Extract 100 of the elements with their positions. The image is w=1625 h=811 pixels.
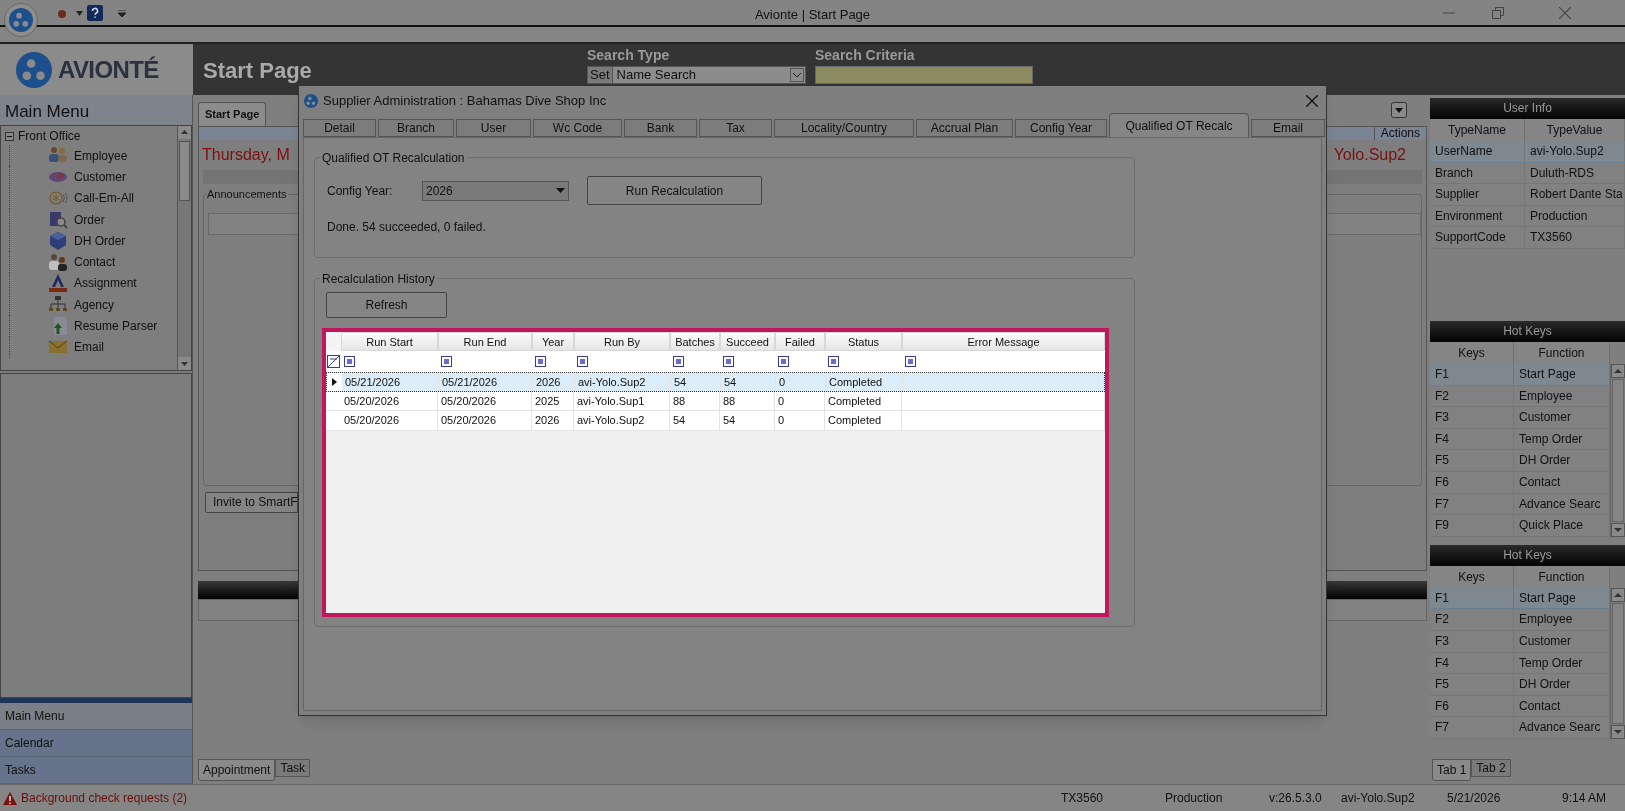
- nav-tab[interactable]: Tasks: [0, 757, 192, 784]
- tree-item[interactable]: Agency: [74, 295, 115, 314]
- table-cell: F7: [1430, 717, 1514, 738]
- record-icon[interactable]: [57, 9, 67, 19]
- table-cell: F1: [1430, 587, 1514, 609]
- search-criteria-field[interactable]: [815, 66, 1033, 84]
- filter-icon[interactable]: [723, 356, 734, 367]
- splitter-handle[interactable]: [0, 698, 192, 703]
- panel-tab[interactable]: Tab 2: [1471, 759, 1511, 777]
- scroll-thumb[interactable]: [1612, 378, 1624, 522]
- panel-tab[interactable]: Tab 1: [1432, 759, 1472, 781]
- table-cell: F3: [1430, 407, 1514, 428]
- page-tab[interactable]: Start Page: [198, 102, 267, 126]
- status-text: 9:14 AM: [1562, 790, 1608, 807]
- tree-item[interactable]: Front Office: [14, 127, 81, 145]
- column-header[interactable]: Run Start: [341, 332, 438, 351]
- nav-tab[interactable]: Main Menu: [0, 703, 192, 730]
- tree-item[interactable]: Contact: [74, 253, 116, 272]
- column-header[interactable]: Succeed: [720, 332, 775, 351]
- column-header[interactable]: Run End: [438, 332, 532, 351]
- dialog-tab[interactable]: Qualified OT Recalc: [1109, 113, 1249, 137]
- close-icon[interactable]: [1559, 7, 1571, 19]
- filter-icon[interactable]: [778, 356, 789, 367]
- table-cell: 54: [721, 373, 776, 391]
- tree-item[interactable]: Employee: [74, 146, 128, 165]
- filter-icon[interactable]: [441, 356, 452, 367]
- column-header: Keys: [1430, 341, 1514, 364]
- dialog-tab[interactable]: Tax: [699, 119, 772, 137]
- bottom-tab[interactable]: Appointment: [198, 759, 276, 781]
- bottom-tab[interactable]: Task: [275, 759, 311, 777]
- column-header[interactable]: Status: [825, 332, 902, 351]
- close-icon[interactable]: [1306, 95, 1318, 107]
- table-cell: Supplier: [1430, 184, 1525, 205]
- config-year-dropdown[interactable]: 2026: [422, 180, 569, 201]
- tree-item[interactable]: Order: [74, 210, 105, 229]
- filter-icon[interactable]: [828, 356, 839, 367]
- table-cell: F4: [1430, 428, 1514, 450]
- result-text: Done. 54 succeeded, 0 failed.: [327, 219, 487, 236]
- customize-caret-icon[interactable]: [118, 10, 126, 17]
- filter-icon[interactable]: [577, 356, 588, 367]
- table-cell: 05/21/2026: [439, 373, 533, 391]
- tree-item[interactable]: DH Order: [74, 231, 126, 250]
- filter-icon[interactable]: [905, 356, 916, 367]
- column-header[interactable]: Run By: [574, 332, 670, 351]
- filter-icon[interactable]: [673, 356, 684, 367]
- tree-item[interactable]: Email: [74, 338, 104, 357]
- dialog-tab[interactable]: Branch: [378, 119, 454, 137]
- run-recalculation-button[interactable]: Run Recalculation: [587, 176, 762, 205]
- refresh-button[interactable]: Refresh: [326, 292, 447, 318]
- table-cell: Duluth-RDS: [1525, 162, 1625, 184]
- dialog-tab[interactable]: Wc Code: [533, 119, 622, 137]
- set-button[interactable]: Set: [588, 67, 613, 83]
- app-menu-button[interactable]: [4, 3, 38, 37]
- search-type-label: Search Type: [587, 46, 671, 65]
- search-type-dropdown[interactable]: Set Name Search: [587, 66, 806, 84]
- column-header[interactable]: Batches: [670, 332, 720, 351]
- filter-icon[interactable]: [344, 356, 355, 367]
- invite-button[interactable]: Invite to SmartF: [205, 492, 298, 513]
- scrollbar[interactable]: [1610, 363, 1625, 537]
- tree-item[interactable]: Customer: [74, 167, 126, 186]
- clear-filter-icon[interactable]: [327, 355, 340, 368]
- table-cell: 05/20/2026: [341, 411, 438, 430]
- table-cell: Completed: [826, 373, 903, 391]
- tab-list-icon[interactable]: [1391, 102, 1407, 118]
- table-cell: UserName: [1430, 141, 1525, 162]
- table-cell: 88: [670, 391, 720, 410]
- actions-menu[interactable]: Actions: [1373, 127, 1426, 140]
- dialog-tab[interactable]: User: [456, 119, 531, 137]
- dialog-tab[interactable]: Accrual Plan: [916, 119, 1013, 137]
- dialog-tab[interactable]: Email: [1251, 119, 1325, 137]
- help-icon[interactable]: [87, 5, 103, 21]
- dialog-tab[interactable]: Config Year: [1015, 119, 1107, 137]
- logo-text: AVIONTÉ: [58, 54, 159, 85]
- filter-icon[interactable]: [535, 356, 546, 367]
- scrollbar[interactable]: [177, 126, 191, 370]
- table-cell: 2026: [532, 411, 574, 430]
- status-text: 5/21/2026: [1447, 790, 1502, 807]
- tree-item[interactable]: Resume Parser: [74, 317, 158, 335]
- table-cell: 05/20/2026: [438, 411, 532, 430]
- nav-tab[interactable]: Calendar: [0, 730, 192, 757]
- triangle-bar-icon: [48, 273, 68, 294]
- column-header[interactable]: Year: [532, 332, 574, 351]
- table-cell: avi-Yolo.Sup2: [574, 411, 670, 430]
- table-cell: 54: [670, 411, 720, 430]
- tree-item[interactable]: Assignment: [74, 274, 137, 293]
- column-header[interactable]: Failed: [775, 332, 825, 351]
- restore-icon[interactable]: [1492, 7, 1504, 19]
- cube-icon: [48, 230, 68, 251]
- scroll-thumb[interactable]: [1612, 602, 1624, 724]
- dropdown-caret-icon[interactable]: [76, 11, 83, 16]
- dialog-tab[interactable]: Detail: [303, 119, 376, 137]
- column-header[interactable]: Error Message: [902, 332, 1105, 351]
- column-header: Function: [1514, 341, 1610, 364]
- dialog-tab[interactable]: Bank: [624, 119, 697, 137]
- tree-item[interactable]: Call-Em-All: [74, 189, 134, 208]
- scrollbar[interactable]: [1610, 587, 1625, 739]
- dialog-tab[interactable]: Locality/Country: [774, 119, 914, 137]
- status-alert-link[interactable]: Background check requests (2): [21, 789, 1061, 807]
- scroll-thumb[interactable]: [179, 141, 190, 201]
- collapse-icon[interactable]: [5, 131, 14, 141]
